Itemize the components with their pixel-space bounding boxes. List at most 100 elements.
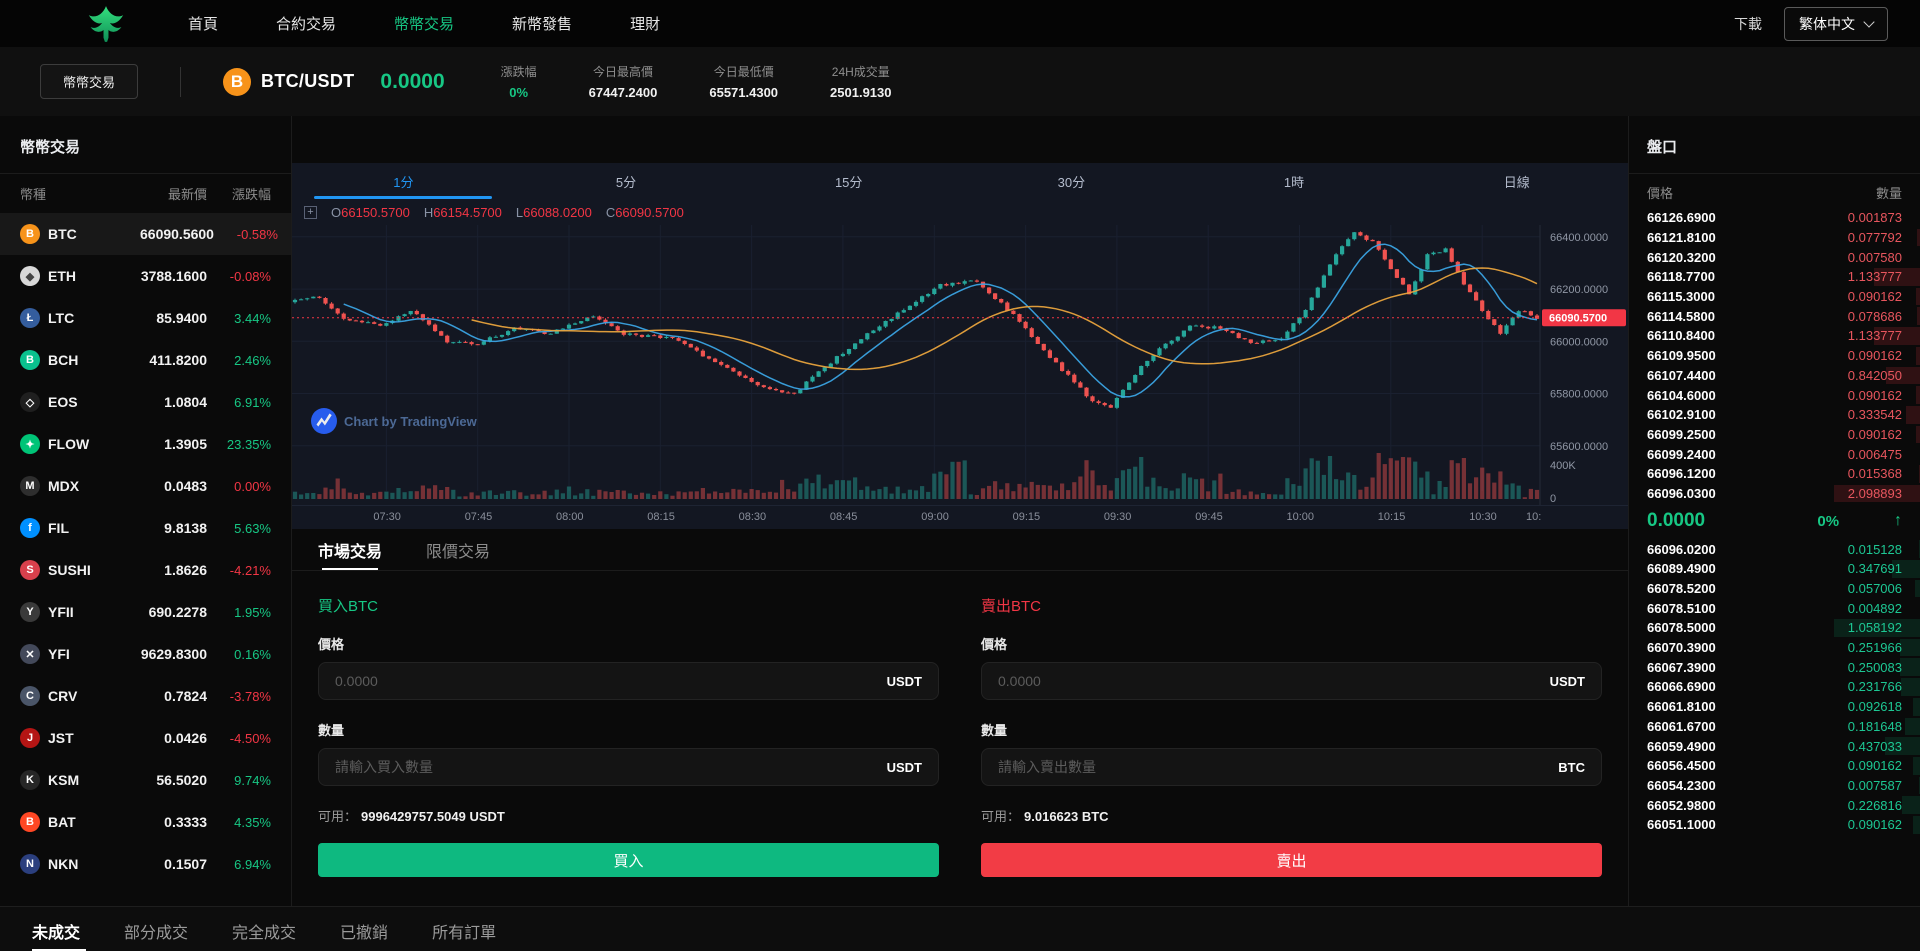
orderbook-bid-row[interactable]: 66070.3900 0.251966 <box>1629 638 1920 658</box>
order-price: 66078.5200 <box>1647 581 1716 597</box>
depth-bar <box>1901 796 1920 814</box>
order-qty: 0.078686 <box>1847 308 1902 324</box>
coin-symbol: CRV <box>48 688 78 704</box>
coin-row-FIL[interactable]: f FIL 9.8138 5.63% <box>0 507 291 549</box>
orderbook-ask-row[interactable]: 66102.9100 0.333542 <box>1629 405 1920 425</box>
orderbook-bid-row[interactable]: 66078.5200 0.057006 <box>1629 579 1920 599</box>
coin-change: 0.16% <box>234 646 271 662</box>
buy-form: 買入BTC 價格 USDT 數量 USDT 可用：9996429757.5049… <box>318 595 939 877</box>
order-price: 66052.9800 <box>1647 797 1716 813</box>
coin-row-JST[interactable]: J JST 0.0426 -4.50% <box>0 717 291 759</box>
coin-row-BAT[interactable]: B BAT 0.3333 4.35% <box>0 801 291 843</box>
coin-row-YFII[interactable]: Y YFII 690.2278 1.95% <box>0 591 291 633</box>
order-tab-完全成交[interactable]: 完全成交 <box>232 919 296 951</box>
orderbook-bid-row[interactable]: 66067.3900 0.250083 <box>1629 657 1920 677</box>
buy-price-input[interactable] <box>335 673 887 689</box>
sell-amount-input[interactable] <box>998 759 1559 775</box>
orderbook-bid-row[interactable]: 66061.6700 0.181648 <box>1629 717 1920 737</box>
stat-value: 67447.2400 <box>588 85 658 100</box>
nav-item-理財[interactable]: 理財 <box>630 13 660 34</box>
coin-row-SUSHI[interactable]: S SUSHI 1.8626 -4.21% <box>0 549 291 591</box>
buy-amount-input[interactable] <box>335 759 887 775</box>
coin-row-YFI[interactable]: ✕ YFI 9629.8300 0.16% <box>0 633 291 675</box>
download-link[interactable]: 下載 <box>1734 14 1762 34</box>
expand-icon[interactable]: + <box>304 205 317 219</box>
coin-row-KSM[interactable]: K KSM 56.5020 9.74% <box>0 759 291 801</box>
order-qty: 0.842050 <box>1847 367 1902 383</box>
orderbook-ask-row[interactable]: 66099.2400 0.006475 <box>1629 444 1920 464</box>
coin-row-NKN[interactable]: N NKN 0.1507 6.94% <box>0 843 291 885</box>
orderbook-bid-row[interactable]: 66078.5100 0.004892 <box>1629 598 1920 618</box>
nav-item-新幣發售[interactable]: 新幣發售 <box>512 13 572 34</box>
orderbook-bid-row[interactable]: 66061.8100 0.092618 <box>1629 697 1920 717</box>
orderbook-bid-row[interactable]: 66052.9800 0.226816 <box>1629 795 1920 815</box>
timeframe-tab-1分[interactable]: 1分 <box>292 163 515 199</box>
coin-change: -0.58% <box>236 226 278 242</box>
coin-price: 3788.1600 <box>140 268 207 284</box>
timeframe-tab-5分[interactable]: 5分 <box>515 163 738 199</box>
order-tab-已撤銷[interactable]: 已撤銷 <box>340 919 388 951</box>
orderbook-ask-row[interactable]: 66096.0300 2.098893 <box>1629 484 1920 504</box>
order-tab-未成交[interactable]: 未成交 <box>32 919 87 951</box>
divider <box>180 66 182 97</box>
orderbook-ask-row[interactable]: 66104.6000 0.090162 <box>1629 385 1920 405</box>
coin-symbol: MDX <box>48 478 80 494</box>
order-price: 66115.3000 <box>1647 289 1715 305</box>
orderbook-bid-row[interactable]: 66078.5000 1.058192 <box>1629 618 1920 638</box>
order-tab-部分成交[interactable]: 部分成交 <box>124 919 188 951</box>
orderbook-bid-row[interactable]: 66089.4900 0.347691 <box>1629 559 1920 579</box>
time-label: 08:45 <box>829 511 858 523</box>
buy-button[interactable]: 買入 <box>318 843 939 877</box>
language-selector[interactable]: 繁体中文 <box>1784 6 1888 41</box>
svg-text:66090.5700: 66090.5700 <box>1549 313 1607 325</box>
sell-button[interactable]: 賣出 <box>981 843 1602 877</box>
orderbook-ask-row[interactable]: 66121.8100 0.077792 <box>1629 228 1920 248</box>
coin-row-ETH[interactable]: ◆ ETH 3788.1600 -0.08% <box>0 255 291 297</box>
coin-row-CRV[interactable]: C CRV 0.7824 -3.78% <box>0 675 291 717</box>
coin-row-BTC[interactable]: B BTC 66090.5600 -0.58% <box>0 213 291 255</box>
orderbook-bid-row[interactable]: 66059.4900 0.437033 <box>1629 736 1920 756</box>
orderbook-ask-row[interactable]: 66120.3200 0.007580 <box>1629 247 1920 267</box>
coin-row-MDX[interactable]: M MDX 0.0483 0.00% <box>0 465 291 507</box>
coin-row-BCH[interactable]: B BCH 411.8200 2.46% <box>0 339 291 381</box>
nav-item-幣幣交易[interactable]: 幣幣交易 <box>394 13 454 34</box>
orderbook-ask-row[interactable]: 66126.6900 0.001873 <box>1629 208 1920 228</box>
orderbook-bid-row[interactable]: 66096.0200 0.015128 <box>1629 539 1920 559</box>
coin-row-EOS[interactable]: ◇ EOS 1.0804 6.91% <box>0 381 291 423</box>
orderbook-bid-row[interactable]: 66054.2300 0.007587 <box>1629 776 1920 796</box>
coin-cell: C CRV <box>20 686 140 706</box>
timeframe-tab-15分[interactable]: 15分 <box>737 163 960 199</box>
time-label-clipped: 10: <box>1526 511 1542 523</box>
spot-market-button[interactable]: 幣幣交易 <box>40 64 139 99</box>
coin-change: 5.63% <box>234 520 271 536</box>
nav-item-合約交易[interactable]: 合約交易 <box>276 13 336 34</box>
timeframe-tab-30分[interactable]: 30分 <box>960 163 1183 199</box>
orderbook-ask-row[interactable]: 66110.8400 1.133777 <box>1629 326 1920 346</box>
order-tab-所有訂單[interactable]: 所有訂單 <box>432 919 496 951</box>
pair-label: BTC/USDT <box>261 71 355 91</box>
coin-price: 9.8138 <box>164 520 207 536</box>
timeframe-tab-1時[interactable]: 1時 <box>1183 163 1406 199</box>
orderbook-bid-row[interactable]: 66056.4500 0.090162 <box>1629 756 1920 776</box>
trade-tab-限價交易[interactable]: 限價交易 <box>426 529 490 570</box>
time-axis: 07:30 07:45 08:00 08:15 08:30 08:45 09:00 09:15… <box>292 505 1628 529</box>
buy-price-label: 價格 <box>318 637 345 652</box>
orderbook-bid-row[interactable]: 66051.1000 0.090162 <box>1629 815 1920 835</box>
orderbook-ask-row[interactable]: 66114.5800 0.078686 <box>1629 306 1920 326</box>
sell-price-input[interactable] <box>998 673 1550 689</box>
orderbook-ask-row[interactable]: 66109.9500 0.090162 <box>1629 346 1920 366</box>
orderbook-ask-row[interactable]: 66099.2500 0.090162 <box>1629 425 1920 445</box>
trade-tab-市場交易[interactable]: 市場交易 <box>318 529 382 570</box>
orderbook-ask-row[interactable]: 66118.7700 1.133777 <box>1629 267 1920 287</box>
arrow-up-icon: ↑ <box>1894 512 1902 530</box>
ohlc-o: O66150.5700 <box>331 204 410 220</box>
ticker-stat: 24H成交量 2501.9130 <box>830 63 891 100</box>
orderbook-ask-row[interactable]: 66096.1200 0.015368 <box>1629 464 1920 484</box>
nav-item-首頁[interactable]: 首頁 <box>188 13 218 34</box>
orderbook-ask-row[interactable]: 66107.4400 0.842050 <box>1629 366 1920 386</box>
coin-row-FLOW[interactable]: ✦ FLOW 1.3905 23.35% <box>0 423 291 465</box>
timeframe-tab-日線[interactable]: 日線 <box>1405 163 1628 199</box>
orderbook-bid-row[interactable]: 66066.6900 0.231766 <box>1629 677 1920 697</box>
coin-row-LTC[interactable]: Ł LTC 85.9400 3.44% <box>0 297 291 339</box>
orderbook-ask-row[interactable]: 66115.3000 0.090162 <box>1629 287 1920 307</box>
